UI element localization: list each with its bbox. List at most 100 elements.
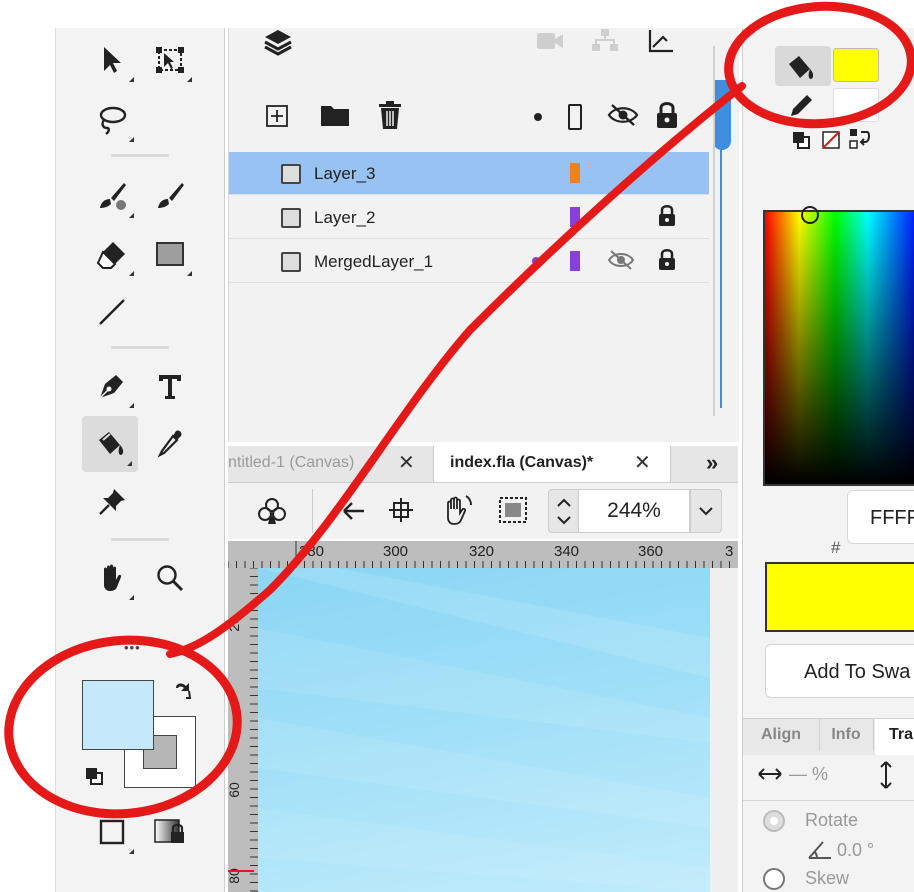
rotate-radio[interactable] xyxy=(763,810,785,832)
trash-icon[interactable] xyxy=(377,100,403,135)
camera-icon[interactable] xyxy=(535,30,565,57)
hierarchy-icon[interactable] xyxy=(591,28,619,57)
tab-index[interactable]: index.fla (Canvas)* ✕ xyxy=(433,446,671,482)
layer-row[interactable]: MergedLayer_1 xyxy=(229,240,709,283)
center-stage-icon[interactable] xyxy=(388,497,414,528)
lasso-tool[interactable] xyxy=(84,92,140,148)
new-folder-icon[interactable] xyxy=(319,102,351,133)
zoom-dropdown[interactable] xyxy=(690,489,722,533)
ruler-label: 60 xyxy=(225,782,242,798)
tab-align[interactable]: Align xyxy=(743,719,820,751)
close-icon[interactable]: ✕ xyxy=(634,446,651,480)
layer-row[interactable]: Layer_3 xyxy=(229,152,709,195)
hex-input[interactable]: FFFF xyxy=(847,490,914,544)
zoom-input[interactable]: 244% xyxy=(578,489,690,533)
lock-icon[interactable] xyxy=(655,100,679,135)
color-picker-handle[interactable] xyxy=(801,206,819,224)
highlight-dot-icon[interactable] xyxy=(534,113,542,121)
playhead[interactable] xyxy=(713,80,731,150)
layer-type-icon xyxy=(281,164,301,184)
rotate-value[interactable]: 0.0 ° xyxy=(837,840,874,861)
eraser-icon xyxy=(96,242,125,269)
color-panel: # FFFF Add To Swa Align Info Tra — % Rot… xyxy=(742,28,914,892)
zoom-stepper[interactable] xyxy=(548,489,580,533)
zoom-tool[interactable] xyxy=(142,550,198,606)
lasso-icon xyxy=(99,106,127,135)
lock-icon[interactable] xyxy=(657,248,677,277)
tab-info[interactable]: Info xyxy=(819,719,874,751)
text-tool[interactable] xyxy=(142,358,198,414)
document-tabs: ntitled-1 (Canvas) ✕ index.fla (Canvas)*… xyxy=(228,446,738,483)
graph-icon[interactable] xyxy=(647,28,675,59)
eyedropper-tool[interactable] xyxy=(142,416,198,472)
horizontal-ruler: 280 300 320 340 360 3 xyxy=(228,541,738,568)
free-transform-tool[interactable] xyxy=(142,32,198,88)
ruler-label: 280 xyxy=(299,543,325,560)
color-preview xyxy=(765,562,914,632)
timeline-panel: Layer_3 Layer_2 MergedLayer_1 xyxy=(228,28,739,442)
angle-icon xyxy=(807,838,833,865)
paint-brush-tool[interactable] xyxy=(84,168,140,224)
club-icon[interactable] xyxy=(256,497,288,530)
properties-tabs: Align Info Tra xyxy=(743,718,914,755)
ruler-label: 320 xyxy=(469,543,495,560)
skew-radio[interactable] xyxy=(763,868,785,890)
scale-width-value[interactable]: — % xyxy=(789,764,828,785)
magnifier-icon xyxy=(157,565,184,592)
clip-stage-icon[interactable] xyxy=(498,496,528,529)
tab-label: ntitled-1 (Canvas) xyxy=(228,454,355,471)
new-layer-icon[interactable] xyxy=(265,104,289,133)
ruler-label: 340 xyxy=(554,543,580,560)
lock-icon[interactable] xyxy=(657,204,677,233)
arrow-icon xyxy=(104,47,121,73)
line-icon xyxy=(99,299,125,325)
rectangle-tool[interactable] xyxy=(142,226,198,282)
hex-label: # xyxy=(831,538,841,557)
line-tool[interactable] xyxy=(84,284,140,340)
layer-row[interactable]: Layer_2 xyxy=(229,196,709,239)
stage-canvas[interactable] xyxy=(258,568,710,892)
tab-overflow-icon[interactable]: » xyxy=(706,446,718,482)
rotate-label: Rotate xyxy=(805,810,859,830)
lock-fill-icon xyxy=(154,819,184,843)
selection-tool[interactable] xyxy=(84,32,140,88)
paint-brush-icon xyxy=(100,183,126,210)
brush-icon xyxy=(158,183,184,208)
add-to-swatches-button[interactable]: Add To Swa xyxy=(765,644,914,698)
outline-icon[interactable] xyxy=(568,104,582,130)
layer-color-chip[interactable] xyxy=(570,207,580,227)
pin-icon xyxy=(99,489,125,515)
tab-untitled[interactable]: ntitled-1 (Canvas) ✕ xyxy=(228,446,428,482)
swap-colors-icon[interactable] xyxy=(849,128,873,155)
close-icon[interactable]: ✕ xyxy=(398,446,415,480)
layer-name: Layer_2 xyxy=(314,208,376,227)
hand-tool[interactable] xyxy=(84,550,140,606)
black-white-icon[interactable] xyxy=(791,130,811,155)
layer-color-chip[interactable] xyxy=(570,251,580,271)
tab-transform[interactable]: Tra xyxy=(875,719,914,755)
no-color-icon[interactable] xyxy=(821,130,841,155)
paint-bucket-tool[interactable] xyxy=(82,416,138,472)
paint-bucket-icon xyxy=(99,432,124,455)
pen-icon xyxy=(99,375,123,399)
pen-tool[interactable] xyxy=(84,358,140,414)
tab-label: index.fla (Canvas)* xyxy=(450,454,594,471)
eyedropper-icon xyxy=(157,430,182,458)
layer-color-chip[interactable] xyxy=(570,163,580,183)
back-arrow-icon[interactable] xyxy=(342,501,366,526)
pin-tool[interactable] xyxy=(84,474,140,530)
color-spectrum[interactable] xyxy=(763,206,914,486)
rotate-stage-icon[interactable] xyxy=(438,493,474,532)
horizontal-scale-icon[interactable] xyxy=(757,762,783,791)
brush-tool[interactable] xyxy=(142,168,198,224)
eraser-tool[interactable] xyxy=(84,226,140,282)
playhead-line xyxy=(720,148,722,408)
text-icon xyxy=(159,375,181,399)
hidden-eye-icon[interactable] xyxy=(607,248,635,277)
ruler-label: 360 xyxy=(638,543,664,560)
ruler-label: 300 xyxy=(383,543,409,560)
hand-icon xyxy=(104,564,122,591)
visibility-icon[interactable] xyxy=(607,102,639,133)
layer-type-icon xyxy=(281,208,301,228)
vertical-scale-icon[interactable] xyxy=(877,760,895,795)
